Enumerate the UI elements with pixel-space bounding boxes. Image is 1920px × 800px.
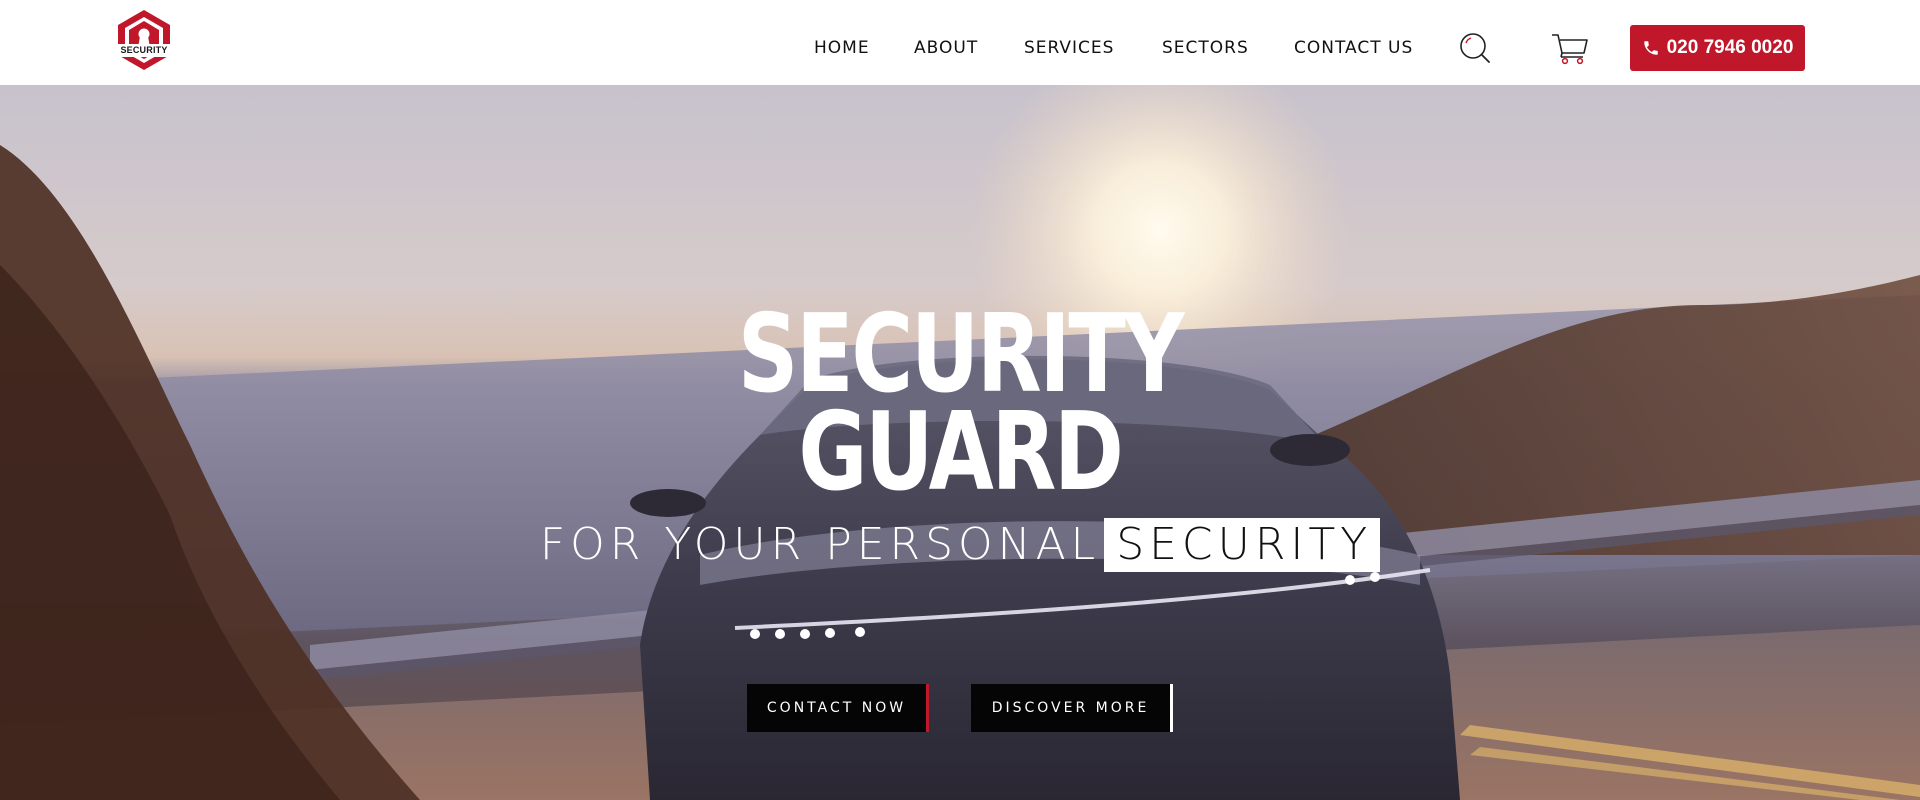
hero-subtitle: FOR YOUR PERSONAL SECURITY xyxy=(0,518,1920,572)
nav-contact-us[interactable]: CONTACT US xyxy=(1294,38,1413,58)
phone-number-label: 020 7946 0020 xyxy=(1666,37,1794,58)
nav-sectors[interactable]: SECTORS xyxy=(1162,38,1249,58)
phone-button[interactable]: 020 7946 0020 xyxy=(1630,25,1805,71)
hero-title-line-2: GUARD xyxy=(798,390,1124,515)
search-icon[interactable] xyxy=(1458,31,1492,65)
site-header: SECURITY HOME ABOUT SERVICES SECTORS CON… xyxy=(0,0,1920,85)
discover-more-button[interactable]: DISCOVER MORE xyxy=(971,684,1173,732)
nav-home[interactable]: HOME xyxy=(814,38,870,58)
phone-icon xyxy=(1643,41,1658,55)
cart-icon[interactable] xyxy=(1550,31,1590,65)
hero-subtitle-text: FOR YOUR PERSONAL xyxy=(539,519,1101,570)
contact-now-button[interactable]: CONTACT NOW xyxy=(747,684,929,732)
nav-services[interactable]: SERVICES xyxy=(1024,38,1114,58)
hero-section: SECURITY GUARD FOR YOUR PERSONAL SECURITY… xyxy=(0,85,1920,800)
nav-about[interactable]: ABOUT xyxy=(914,38,978,58)
hero-subtitle-highlight: SECURITY xyxy=(1104,518,1381,572)
hero-title-line-1: SECURITY xyxy=(737,292,1185,417)
